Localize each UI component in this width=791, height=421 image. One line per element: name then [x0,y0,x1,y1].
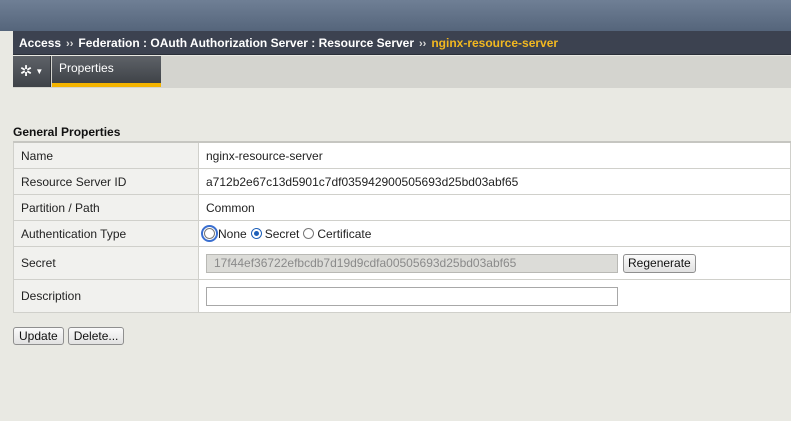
breadcrumb-separator: ›› [419,38,427,50]
top-banner [0,0,791,31]
gear-icon: ✲ [19,63,33,80]
auth-type-row: Authentication Type None Secret Certific… [13,220,791,247]
auth-type-radio-group: None Secret Certificate [201,225,783,242]
description-field[interactable] [206,286,618,306]
radio-certificate-label[interactable]: Certificate [317,227,371,241]
regenerate-button[interactable]: Regenerate [623,253,696,273]
radio-secret[interactable] [250,228,262,239]
form-actions: Update Delete... [13,327,125,345]
partition-label: Partition / Path [13,194,199,221]
name-row: Name nginx-resource-server [13,141,791,169]
update-button[interactable]: Update [13,327,64,345]
auth-type-options: None Secret Certificate [198,220,791,247]
partition-value: Common [198,194,791,221]
radio-none-label[interactable]: None [218,227,247,241]
auth-type-label: Authentication Type [13,220,199,247]
resource-server-id-label: Resource Server ID [13,168,199,195]
breadcrumb-item-resource-server[interactable]: Federation : OAuth Authorization Server … [78,36,414,50]
description-label: Description [13,279,199,313]
description-cell [198,279,791,313]
chevron-down-icon: ▼ [35,66,44,76]
secret-field [206,253,618,273]
properties-table: Name nginx-resource-server Resource Serv… [13,141,791,313]
secret-row: Secret Regenerate [13,246,791,280]
resource-server-id-value: a712b2e67c13d5901c7df035942900505693d25b… [198,168,791,195]
breadcrumb: Access ›› Federation : OAuth Authorization… [13,31,791,55]
radio-certificate[interactable] [303,228,315,239]
delete-button[interactable]: Delete... [67,327,125,345]
secret-cell: Regenerate [198,246,791,280]
gear-menu-button[interactable]: ✲ ▼ [13,56,51,87]
breadcrumb-current: nginx-resource-server [431,36,559,50]
description-row: Description [13,279,791,313]
radio-none[interactable] [201,225,218,242]
radio-secret-label[interactable]: Secret [265,227,300,241]
section-title: General Properties [13,125,121,139]
resource-server-id-row: Resource Server ID a712b2e67c13d5901c7df… [13,168,791,195]
name-label: Name [13,141,199,169]
partition-row: Partition / Path Common [13,194,791,221]
tab-bar: ✲ ▼ Properties [13,56,791,88]
breadcrumb-separator: ›› [66,38,74,50]
secret-label: Secret [13,246,199,280]
tab-properties[interactable]: Properties [52,56,161,87]
name-value: nginx-resource-server [198,141,791,169]
breadcrumb-item-access[interactable]: Access [19,36,61,50]
